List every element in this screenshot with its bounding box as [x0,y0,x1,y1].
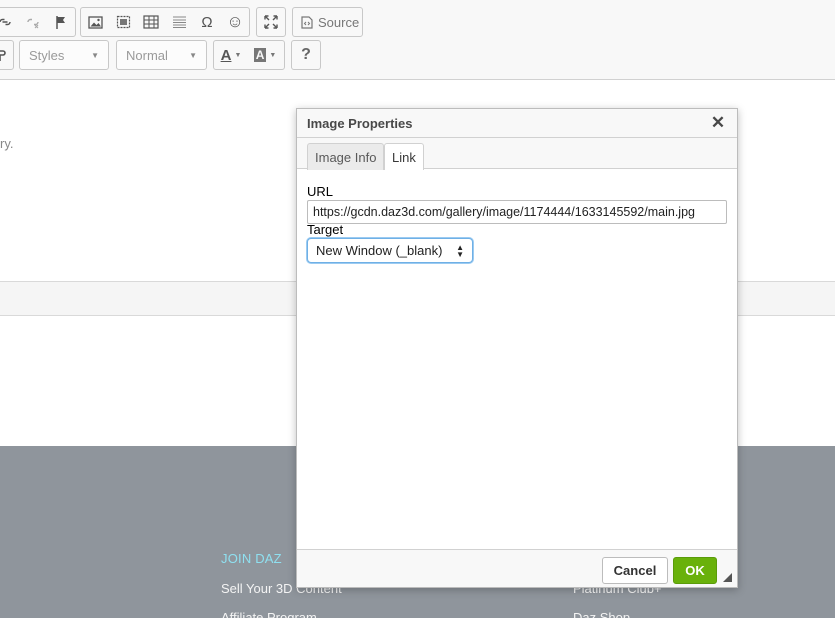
format-combo[interactable]: Normal ▼ [116,40,207,70]
dialog-tabs: Image Info Link [297,138,737,170]
dialog-title: Image Properties [307,115,413,131]
target-label: Target [307,222,344,237]
footer-link[interactable]: Daz Shop [573,610,630,618]
image-properties-dialog: Image Properties ✕ Image Info Link URL T… [296,108,738,588]
copy-formatting-icon[interactable] [0,41,13,69]
link-icon[interactable] [0,8,19,36]
source-label: Source [318,14,360,30]
link-toolbar-group [0,7,76,37]
special-character-icon[interactable]: Ω [193,8,221,36]
url-input[interactable] [307,200,727,224]
close-icon[interactable]: ✕ [709,114,727,132]
chevron-down-icon: ▼ [189,50,197,60]
format-painter-group [0,40,14,70]
color-toolbar-group: A ▼ A ▼ [213,40,285,70]
dialog-title-bar[interactable]: Image Properties ✕ [297,109,737,138]
styles-combo-label: Styles [29,47,65,63]
resize-handle-icon[interactable] [723,573,732,582]
tab-image-info[interactable]: Image Info [307,143,385,170]
url-label: URL [307,184,334,199]
smiley-icon[interactable]: ☺ [221,8,249,36]
source-button[interactable]: Source [293,8,367,36]
source-icon [301,15,313,29]
chevron-down-icon: ▼ [91,50,99,60]
target-select-value: New Window (_blank) [316,243,443,258]
source-toolbar-group: Source [292,7,363,37]
tab-link[interactable]: Link [384,143,424,170]
editor-toolbar: Ω ☺ Source Styles ▼ Normal ▼ A ▼ A ▼ ? [0,0,835,80]
chevron-down-icon: ▼ [269,51,277,59]
help-icon[interactable]: ? [292,41,320,69]
maximize-icon[interactable] [257,8,285,36]
ok-button[interactable]: OK [673,557,717,584]
target-select[interactable]: New Window (_blank) ▲ ▼ [307,238,473,263]
editor-content-text: ry. [0,136,14,151]
dialog-footer: Cancel OK [297,549,737,587]
background-color-icon: A [253,48,267,62]
help-toolbar-group: ? [291,40,321,70]
footer-heading: JOIN DAZ [221,551,282,566]
format-combo-label: Normal [126,47,168,63]
flash-media-icon[interactable] [109,8,137,36]
background-color-button[interactable]: A ▼ [248,41,282,69]
footer-link[interactable]: Affiliate Program [221,610,317,618]
table-icon[interactable] [137,8,165,36]
styles-combo[interactable]: Styles ▼ [19,40,109,70]
text-color-button[interactable]: A ▼ [214,41,248,69]
select-arrows-icon: ▲ ▼ [456,242,464,259]
anchor-flag-icon[interactable] [47,8,75,36]
insert-toolbar-group: Ω ☺ [80,7,250,37]
unlink-icon[interactable] [19,8,47,36]
horizontal-line-icon[interactable] [165,8,193,36]
text-color-icon: A [220,46,232,64]
chevron-down-icon: ▼ [234,51,242,59]
image-icon[interactable] [81,8,109,36]
cancel-button[interactable]: Cancel [602,557,668,584]
maximize-toolbar-group [256,7,286,37]
